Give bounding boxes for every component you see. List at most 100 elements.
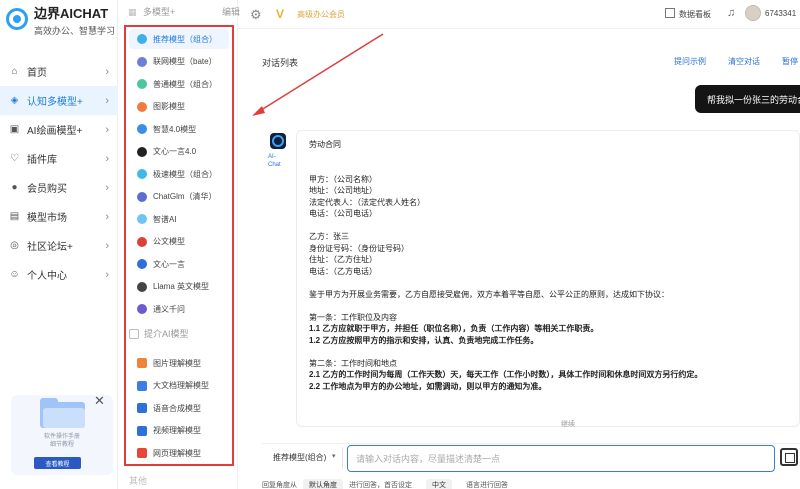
- view-tutorial-button[interactable]: 查看教程: [34, 457, 81, 469]
- bot-avatar-icon: [270, 133, 286, 149]
- bot-name: AI-Chat: [268, 154, 281, 168]
- vip-label[interactable]: 高级办公会员: [297, 9, 345, 20]
- model-item[interactable]: 图片理解模型: [129, 353, 229, 373]
- answer-line: 2.1 乙方的工作时间为每周（工作天数）天，每天工作（工作小时数），具体工作时间…: [309, 370, 703, 379]
- sidebar-item-membership[interactable]: ● 会员购买 ›: [0, 173, 118, 202]
- model-icon: [137, 214, 147, 224]
- model-item[interactable]: 通义千问: [129, 299, 229, 319]
- model-label: 语音合成模型: [153, 403, 201, 413]
- sidebar-item-plugins[interactable]: ♡ 插件库 ›: [0, 144, 118, 173]
- model-panel-header: ▦ 多模型+ 编辑: [128, 5, 246, 19]
- chevron-right-icon: ›: [105, 181, 109, 194]
- sidebar-item-profile[interactable]: ☺ 个人中心 ›: [0, 260, 118, 289]
- angle-select[interactable]: 默认角度: [303, 479, 343, 489]
- model-icon: [137, 380, 147, 391]
- model-icon: [137, 236, 147, 247]
- model-label: ChatGlm（清华）: [153, 192, 217, 201]
- model-item[interactable]: 公文模型: [129, 232, 229, 252]
- model-item[interactable]: 普通模型（组合）: [129, 74, 229, 94]
- vip-icon: V: [276, 7, 285, 21]
- answer-line: 2.2 工作地点为甲方的办公地址，如需调动，则以甲方的通知为准。: [309, 381, 547, 391]
- answer-line: [309, 220, 799, 232]
- chat-input[interactable]: [347, 445, 775, 472]
- continue-button[interactable]: 继续: [561, 419, 575, 429]
- model-icon: [137, 124, 147, 134]
- model-label: 智慧4.0模型: [153, 124, 197, 134]
- model-item[interactable]: 极速模型（组合）: [129, 164, 229, 184]
- answer-line: 电话：（公司电话）: [309, 209, 377, 218]
- chevron-right-icon: ›: [105, 268, 109, 281]
- close-icon[interactable]: ✕: [94, 393, 105, 409]
- sidebar-item-ai-paint[interactable]: ▣ AI绘画模型+ ›: [0, 115, 118, 144]
- other-label: 其他: [129, 476, 148, 486]
- chevron-right-icon: ›: [105, 65, 109, 78]
- clear-chat-link[interactable]: 清空对话: [728, 56, 760, 67]
- model-item[interactable]: 推荐模型（组合）: [129, 29, 229, 49]
- pause-link[interactable]: 暂停: [782, 56, 798, 67]
- sidebar-item-home[interactable]: ⌂ 首页 ›: [0, 57, 118, 86]
- model-icon: [137, 79, 147, 89]
- model-item[interactable]: 文心一言: [129, 254, 229, 274]
- model-item[interactable]: 文心一言4.0: [129, 142, 229, 162]
- model-item[interactable]: 智慧4.0模型: [129, 119, 229, 139]
- user-icon: ☺: [9, 269, 20, 280]
- model-item[interactable]: 语音合成模型: [129, 398, 229, 418]
- model-item[interactable]: 联网模型（bate）: [129, 52, 229, 72]
- answer-line: [309, 300, 799, 312]
- model-item[interactable]: Llama 英文模型: [129, 277, 229, 297]
- app-slogan: 高效办公、智慧学习: [34, 26, 116, 36]
- logo-icon: [6, 8, 28, 30]
- model-item[interactable]: 图影模型: [129, 97, 229, 117]
- bell-icon[interactable]: ♫: [727, 7, 735, 19]
- chevron-right-icon: ›: [105, 239, 109, 252]
- model-icon: [137, 304, 147, 314]
- model-label: Llama 英文模型: [153, 282, 210, 291]
- avatar[interactable]: [745, 5, 761, 21]
- answer-line: 电话：（乙方电话）: [309, 266, 377, 276]
- sidebar-nav: ⌂ 首页 › ◈ 认知多模型+ › ▣ AI绘画模型+ › ♡ 插件库 › ●: [0, 57, 118, 289]
- answer-line: 1.2 乙方应按照甲方的指示和安排，认真、负责地完成工作任务。: [309, 335, 539, 345]
- logo[interactable]: 边界AICHAT 高效办公、智慧学习: [6, 6, 115, 37]
- sidebar-item-multimodel[interactable]: ◈ 认知多模型+ ›: [0, 86, 118, 115]
- dashboard-link[interactable]: 数据看板: [679, 9, 711, 20]
- examples-link[interactable]: 提问示例: [674, 56, 706, 67]
- sidebar-item-forum[interactable]: ◎ 社区论坛+ ›: [0, 231, 118, 260]
- bot-answer-text: 劳动合同 甲方：（公司名称） 地址：（公司地址） 法定代表人：（法定代表人姓名） 电话：…: [309, 139, 799, 392]
- app-root: 边界AICHAT 高效办公、智慧学习 ⌂ 首页 › ◈ 认知多模型+ › ▣ A…: [0, 0, 800, 489]
- chevron-down-icon[interactable]: ▾: [332, 452, 336, 460]
- model-label: 图影模型: [153, 102, 185, 111]
- model-label: 智谱AI: [153, 214, 177, 224]
- model-select[interactable]: 推荐模型(组合): [273, 452, 326, 463]
- app-name: 边界AICHAT: [34, 6, 109, 21]
- model-icon: [137, 191, 147, 202]
- answer-line: [309, 151, 799, 163]
- model-item[interactable]: 网页理解模型: [129, 443, 229, 463]
- answer-line: 鉴于甲方为开展业务需要，乙方自愿接受雇佣，双方本着平等自愿、公平公正的原则，达成…: [309, 289, 669, 299]
- answer-line: [309, 162, 799, 174]
- answer-line: 地址：（公司地址）: [309, 186, 377, 195]
- model-label: 公文模型: [153, 237, 185, 246]
- sidebar-item-market[interactable]: ▤ 模型市场 ›: [0, 202, 118, 231]
- model-icon: [137, 358, 147, 368]
- model-item[interactable]: 智谱AI: [129, 209, 229, 229]
- market-icon: ▤: [9, 211, 20, 222]
- chevron-right-icon: ›: [105, 123, 109, 136]
- model-label: 大文档理解模型: [153, 381, 209, 390]
- user-id: 6743341: [765, 9, 797, 18]
- model-item[interactable]: ChatGlm（清华）: [129, 187, 229, 207]
- answer-line: [309, 346, 799, 358]
- brain-icon: ◈: [10, 95, 19, 106]
- chevron-right-icon: ›: [105, 94, 109, 107]
- dashboard-icon: [665, 8, 675, 18]
- chevron-right-icon: ›: [105, 152, 109, 165]
- answer-line: 身份证号码：（身份证号码）: [309, 243, 409, 253]
- model-item[interactable]: 大文档理解模型: [129, 376, 229, 396]
- gear-icon[interactable]: ⚙: [250, 7, 262, 23]
- plugin-icon: ♡: [10, 153, 19, 164]
- scan-icon[interactable]: [780, 448, 798, 466]
- language-select[interactable]: 中文: [426, 479, 452, 489]
- paint-icon: ▣: [9, 124, 20, 135]
- model-icon: [137, 101, 147, 112]
- model-item[interactable]: 视频理解模型: [129, 421, 229, 441]
- model-icon: [137, 169, 147, 179]
